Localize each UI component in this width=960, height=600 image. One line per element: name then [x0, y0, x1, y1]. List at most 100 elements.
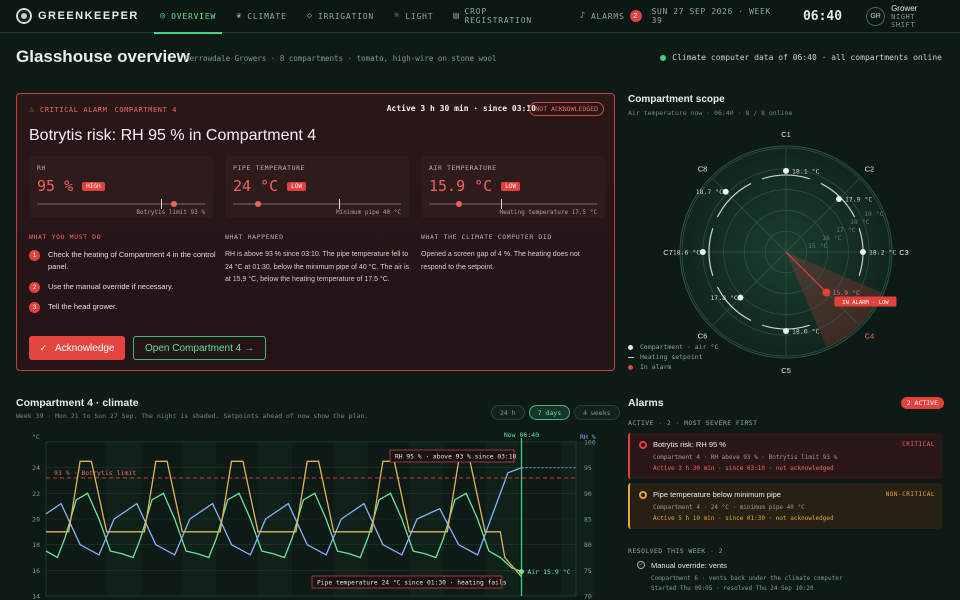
range-7days-button[interactable]: 7 days: [528, 405, 571, 420]
meas-value: 95 %: [37, 177, 74, 195]
page-subtitle: Merrowdale Growers · 8 compartments · to…: [185, 54, 497, 63]
meas-gauge: [233, 199, 401, 209]
must-do-heading: WHAT YOU MUST DO: [29, 233, 102, 241]
meas-limit-marker: [338, 199, 340, 209]
nav-overview[interactable]: ◎ OVERVIEW: [150, 0, 226, 34]
alarm-title: Botrytis risk: RH 95 % in Compartment 4: [29, 127, 317, 144]
compartment-value: 18.0 °C: [792, 328, 819, 336]
meas-note: Heating temperature 17.5 °C: [499, 209, 597, 216]
current-date: SUN 27 SEP 2026 · WEEK 39: [651, 7, 771, 25]
compartment-point[interactable]: [699, 249, 706, 255]
resolved-detail: Compartment 6 · vents back under the cli…: [651, 575, 843, 582]
compartment-point[interactable]: [783, 328, 789, 335]
alarm-bell-icon: ♨: [29, 105, 36, 115]
sun-icon: ☼: [394, 11, 401, 21]
compartment-value: 18.7 °C: [696, 188, 723, 196]
y-tick-label: 14: [32, 593, 40, 600]
action-step: 3 Tell the head grower.: [29, 301, 219, 313]
legend-item: Compartment · air °C: [628, 342, 718, 352]
alarm-item-pipe[interactable]: Pipe temperature below minimum pipe NON-…: [628, 483, 942, 529]
alarm-item-botrytis[interactable]: Botrytis risk: RH 95 % CRITICAL Compartm…: [628, 433, 942, 479]
legend-item: Heating setpoint: [628, 352, 718, 362]
ring-label: 16 °C: [822, 234, 842, 242]
top-bar: GREENKEEPER ◎ OVERVIEW ❦ CLIMATE ◇ IRRIGATI…: [0, 0, 960, 34]
compartment-point[interactable]: [859, 249, 866, 255]
acknowledge-label: Acknowledge: [55, 342, 115, 354]
meas-value-marker: [455, 201, 462, 207]
rh-measurement: RH 95 % HIGH Botrytis limit 93 %: [29, 156, 213, 218]
alarm-count-badge: 2: [629, 10, 642, 22]
data-status-text: Climate computer data of 06:40 · all com…: [672, 53, 942, 62]
meas-limit-marker: [161, 199, 163, 209]
user-info[interactable]: Grower NIGHT SHIFT: [891, 4, 944, 29]
compartment-label: C4: [865, 331, 875, 340]
y-right-tick-label: 75: [584, 567, 592, 575]
nav-alarms[interactable]: ♪ ALARMS 2: [570, 0, 652, 33]
y-right-tick-label: 70: [584, 593, 592, 600]
compartment-point[interactable]: [722, 188, 729, 195]
meas-limit-marker: [501, 199, 503, 209]
nav-label: CROP REGISTRATION: [464, 7, 532, 25]
y-tick-label: 18: [32, 541, 40, 549]
nav-climate[interactable]: ❦ CLIMATE: [226, 0, 297, 33]
alarms-sort-label: ACTIVE · 2 · MOST SEVERE FIRST: [628, 419, 758, 427]
meas-gauge: [37, 199, 205, 209]
compartment-point[interactable]: [783, 167, 789, 174]
compartment-value: 18.6 °C: [673, 249, 700, 257]
air-now-point: [518, 569, 524, 575]
range-4weeks-button[interactable]: 4 weeks: [574, 405, 620, 420]
alarm-item-title: Botrytis risk: RH 95 %: [653, 440, 726, 449]
meas-note: Minimum pipe 40 °C: [335, 209, 401, 216]
action-step: 1 Check the heating of Compartment 4 in t…: [29, 249, 219, 273]
ring-label: 18 °C: [850, 218, 870, 226]
white-dot-icon: [628, 344, 633, 350]
avatar[interactable]: GR: [866, 6, 886, 26]
compartment-value: 18.2 °C: [869, 249, 896, 257]
user-name: Grower: [891, 3, 918, 13]
open-compartment-button[interactable]: Open Compartment 4 →: [133, 336, 266, 360]
climate-subtitle: Week 39 · Mon 21 to Sun 27 Sep. The nigh…: [16, 412, 369, 420]
critical-alarm-icon: [639, 441, 647, 449]
resolved-item-title[interactable]: Manual override: vents: [651, 561, 727, 570]
range-selector: 24 h 7 days 4 weeks: [491, 405, 624, 420]
alarm-time: Active 3 h 30 min · since 03:10 · not ac…: [653, 465, 834, 472]
nav-label: OVERVIEW: [171, 11, 217, 21]
critical-alarm-panel: ♨ CRITICAL ALARM COMPARTMENT 4 Active 3 …: [16, 93, 615, 371]
pipe-annotation: Pipe temperature 24 °C since 01:30 · hea…: [317, 579, 507, 587]
y-right-tick-label: 95: [584, 464, 592, 472]
step-number: 3: [29, 302, 40, 313]
meas-tag: HIGH: [82, 181, 105, 191]
y-tick-label: 24: [32, 464, 40, 472]
resolved-check-icon: ✓: [637, 561, 645, 569]
step-text: Use the manual override if necessary.: [48, 282, 174, 291]
alarms-title: Alarms: [628, 397, 664, 409]
active-alarms-badge: 2 ACTIVE: [900, 397, 944, 409]
user-role: NIGHT SHIFT: [891, 12, 916, 29]
leaf-icon: ❦: [236, 11, 243, 21]
data-status: Climate computer data of 06:40 · all com…: [660, 53, 942, 62]
legend-label: In alarm: [640, 363, 672, 371]
happened-heading: WHAT HAPPENED: [225, 233, 284, 241]
logo[interactable]: GREENKEEPER: [16, 8, 146, 24]
scope-legend: Compartment · air °C Heating setpoint In…: [628, 342, 718, 372]
y-right-tick-label: 80: [584, 541, 592, 549]
compartment-label: C3: [899, 248, 909, 257]
what-happened-text: RH is above 93 % since 03:10. The pipe t…: [225, 251, 410, 283]
acknowledge-button[interactable]: ✓ Acknowledge: [29, 336, 125, 360]
range-24h-button[interactable]: 24 h: [491, 405, 525, 420]
compartment-point[interactable]: [835, 196, 842, 203]
alarm-detail: Compartment 4 · RH above 93 % · Botrytis…: [653, 454, 838, 461]
nav-label: LIGHT: [405, 11, 434, 21]
nav-irrigation[interactable]: ◇ IRRIGATION: [297, 0, 384, 33]
y-tick-label: 22: [32, 490, 40, 498]
climate-chart: 141618202224707580859095100°C RH %93 % · …: [32, 431, 596, 600]
compartment-point[interactable]: [737, 294, 744, 301]
nav-crop-registration[interactable]: ▤ CROP REGISTRATION: [443, 0, 569, 33]
resolved-heading: RESOLVED THIS WEEK · 2: [628, 547, 723, 555]
target-icon: ◎: [159, 11, 167, 21]
nav-light[interactable]: ☼ LIGHT: [384, 0, 443, 33]
compartment-value: 15.9 °C: [832, 289, 859, 297]
step-number: 1: [29, 250, 40, 261]
meas-note: Botrytis limit 93 %: [136, 209, 205, 216]
meas-value-marker: [254, 201, 261, 207]
